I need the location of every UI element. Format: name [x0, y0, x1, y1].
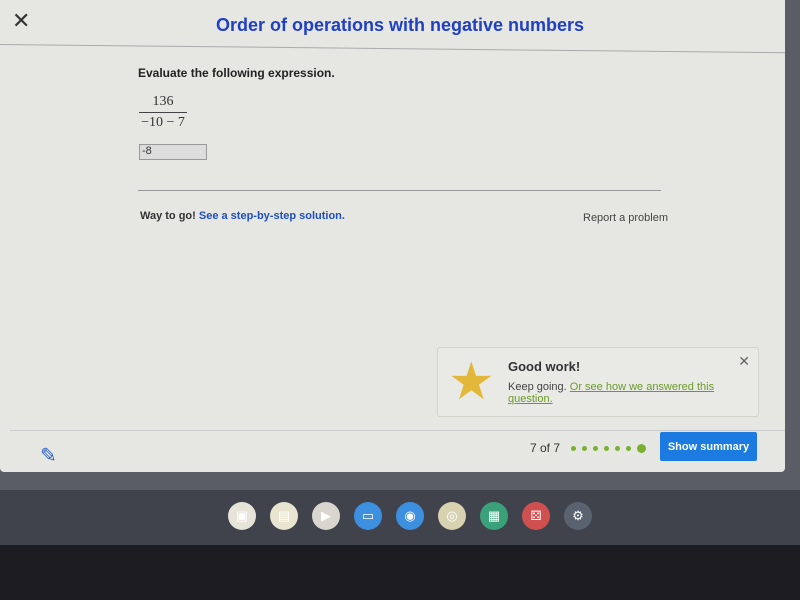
feedback-text: Way to go! [140, 210, 196, 222]
answer-input[interactable]: -8 [139, 144, 207, 160]
progress-dot [582, 446, 587, 451]
chrome-app-icon[interactable]: ◎ [438, 502, 466, 530]
calculator-app-icon[interactable]: ▦ [480, 502, 508, 530]
divider [138, 190, 661, 191]
progress-dot [615, 446, 620, 451]
settings-app-icon[interactable]: ⚙ [564, 502, 592, 530]
toast-body: Keep going. Or see how we answered this … [508, 381, 758, 405]
step-by-step-link[interactable]: See a step-by-step solution. [199, 210, 345, 222]
expression-fraction: 136 −10 − 7 [139, 94, 187, 131]
screen: ✕ Order of operations with negative numb… [0, 0, 800, 545]
toast-title: Good work! [508, 359, 581, 374]
youtube-app-icon[interactable]: ▶ [312, 502, 340, 530]
page-title: Order of operations with negative number… [215, 15, 585, 35]
denominator: −10 − 7 [141, 115, 185, 130]
toast-close-icon[interactable]: ✕ [738, 353, 750, 370]
divider [10, 430, 785, 431]
exercise-modal: ✕ Order of operations with negative numb… [0, 0, 785, 472]
files-app-icon[interactable]: ▭ [354, 502, 382, 530]
scratchpad-pen-icon[interactable]: ✎ [40, 443, 57, 468]
progress-text: 7 of 7 [530, 441, 561, 455]
feedback-message: Way to go! See a step-by-step solution. [140, 210, 345, 222]
good-work-toast: ★ Good work! Keep going. Or see how we a… [437, 347, 759, 417]
taskbar-shelf: ▣ ▤ ▶ ▭ ◉ ◎ ▦ ⚄ ⚙ [0, 490, 800, 545]
progress-dot [593, 446, 598, 451]
report-problem-link[interactable]: Report a problem [583, 212, 668, 224]
progress-dot [571, 446, 576, 451]
numerator: 136 [139, 94, 187, 113]
star-icon: ★ [448, 353, 495, 411]
progress-dot [626, 446, 631, 451]
progress-dots [571, 444, 646, 453]
progress-dot [637, 444, 646, 453]
show-summary-button[interactable]: Show summary [660, 432, 757, 461]
progress-dot [604, 446, 609, 451]
classroom-app-icon[interactable]: ▤ [270, 502, 298, 530]
dice-app-app-icon[interactable]: ⚄ [522, 502, 550, 530]
divider [0, 44, 785, 54]
toast-text: Keep going. [508, 381, 567, 393]
camera-app-icon[interactable]: ◉ [396, 502, 424, 530]
gallery-app-icon[interactable]: ▣ [228, 502, 256, 530]
question-prompt: Evaluate the following expression. [138, 66, 335, 80]
